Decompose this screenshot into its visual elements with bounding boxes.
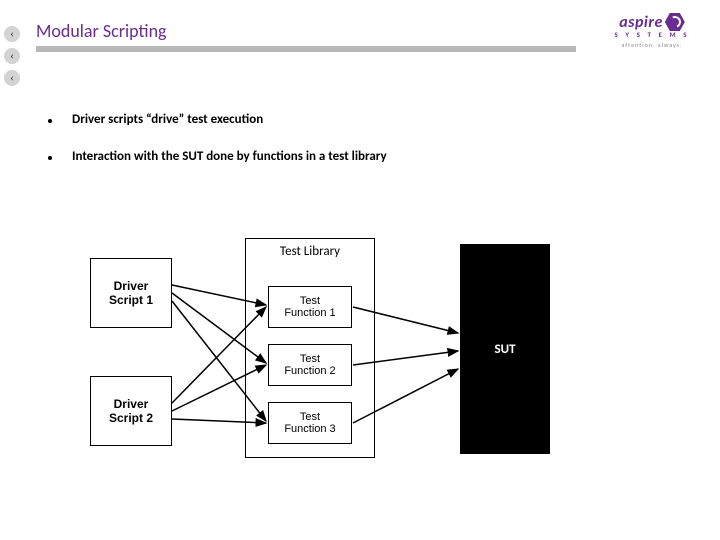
test-library-label: Test Library — [245, 244, 375, 259]
bullet-list: Driver scripts “drive” test execution In… — [48, 112, 387, 186]
slide-title: Modular Scripting — [36, 20, 167, 42]
bullet-icon — [48, 119, 52, 123]
title-underline — [36, 46, 576, 52]
nav-prev-icon[interactable]: ‹ — [4, 70, 20, 86]
brand-logo: aspire S Y S T E M S attention. always. — [602, 12, 702, 49]
logo-wordmark: aspire — [619, 13, 663, 32]
sut-box: SUT — [460, 244, 550, 454]
driver-script-1-box: Driver Script 1 — [90, 258, 172, 328]
logo-tagline: attention. always. — [602, 41, 702, 49]
list-item: Interaction with the SUT done by functio… — [48, 149, 387, 164]
nav-prev-icon[interactable]: ‹ — [4, 48, 20, 64]
test-function-1-box: Test Function 1 — [268, 286, 352, 328]
logo-subline: S Y S T E M S — [602, 30, 702, 39]
list-item: Driver scripts “drive” test execution — [48, 112, 387, 127]
driver-script-2-box: Driver Script 2 — [90, 376, 172, 446]
slide: ‹ ‹ ‹ Modular Scripting aspire S Y S T E… — [0, 0, 720, 540]
bullet-text: Interaction with the SUT done by functio… — [72, 149, 387, 164]
test-function-3-box: Test Function 3 — [268, 402, 352, 444]
architecture-diagram: Driver Script 1 Driver Script 2 Test Lib… — [90, 238, 570, 468]
nav-dots: ‹ ‹ ‹ — [4, 26, 20, 92]
bullet-text: Driver scripts “drive” test execution — [72, 112, 263, 127]
nav-prev-icon[interactable]: ‹ — [4, 26, 20, 42]
test-function-2-box: Test Function 2 — [268, 344, 352, 386]
logo-hexagon-icon — [665, 12, 685, 32]
bullet-icon — [48, 156, 52, 160]
